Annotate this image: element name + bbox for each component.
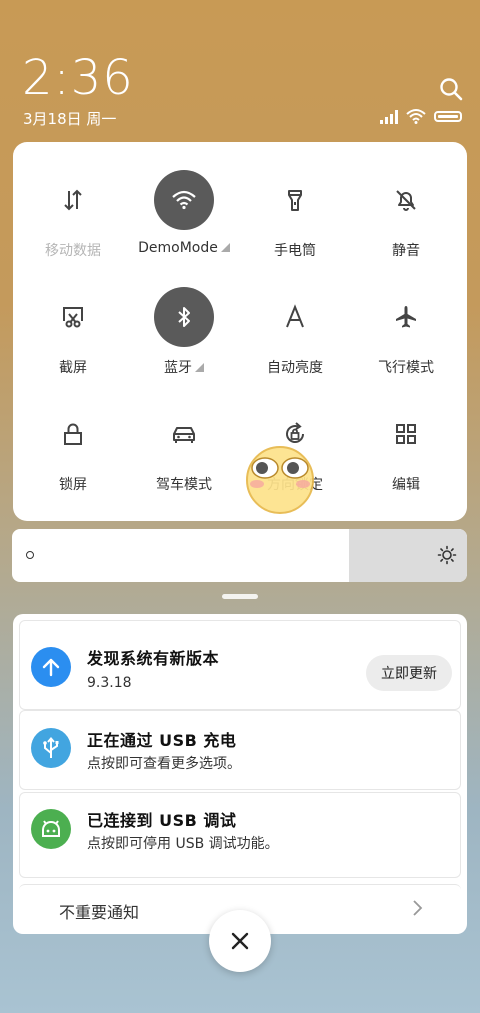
brightness-slider[interactable] [12,529,467,582]
tile-label: 锁屏 [59,477,87,493]
tile-lock-screen[interactable]: 锁屏 [18,376,128,493]
notification-update[interactable]: 发现系统有新版本 9.3.18 立即更新 [19,620,461,710]
tile-label: 编辑 [392,477,420,493]
notification-usb-charging[interactable]: 正在通过 USB 充电 点按即可查看更多选项。 [19,710,461,790]
tile-label: 移动数据 [45,243,101,259]
expand-triangle-icon [220,243,230,252]
minor-notifications-label: 不重要通知 [59,903,140,922]
sun-icon [437,545,457,565]
notification-subtitle: 9.3.18 [87,675,132,691]
tile-auto-brightness[interactable]: 自动亮度 [240,259,350,376]
arrow-up-icon [31,647,71,687]
clear-all-button[interactable] [209,910,271,972]
status-bar: 2:36 3月18日 周一 [0,0,480,140]
tile-label-text: DemoMode [138,240,218,256]
auto-brightness-icon [265,287,325,347]
bluetooth-icon [154,287,214,347]
android-icon [31,809,71,849]
expand-triangle-icon [195,363,204,372]
tile-silent[interactable]: 静音 [351,142,461,259]
tile-flashlight[interactable]: 手电筒 [240,142,350,259]
tile-label: 飞行模式 [378,360,434,376]
notification-subtitle: 点按即可查看更多选项。 [87,756,241,772]
tile-label: DemoMode [129,240,239,256]
chevron-right-icon [413,900,423,916]
notification-title: 已连接到 USB 调试 [87,811,237,830]
notification-list: 发现系统有新版本 9.3.18 立即更新 正在通过 USB 充电 点按即可查看更… [13,614,467,934]
wifi-icon [406,109,426,124]
tile-mobile-data[interactable]: 移动数据 [18,142,128,259]
notification-subtitle: 点按即可停用 USB 调试功能。 [87,836,279,852]
notification-title: 发现系统有新版本 [87,649,220,668]
tile-label: 静音 [392,243,420,259]
tile-bluetooth[interactable]: 蓝牙 [129,259,239,376]
date: 3月18日 周一 [23,110,117,128]
notification-title: 正在通过 USB 充电 [87,731,237,750]
close-icon [231,932,249,950]
tile-driving-mode[interactable]: 驾车模式 [129,376,239,493]
signal-icon [380,110,398,124]
tile-edit[interactable]: 编辑 [351,376,461,493]
usb-icon [31,728,71,768]
tile-label: 蓝牙 [129,357,239,377]
brightness-low-icon [26,551,34,559]
tile-label-text: 蓝牙 [164,360,192,376]
tile-label: 自动亮度 [267,360,323,376]
emoji-face-icon[interactable] [243,443,317,515]
grid-edit-icon [376,404,436,464]
tile-label: 手电筒 [274,243,316,259]
flashlight-icon [265,170,325,230]
search-icon[interactable] [438,76,464,102]
tile-wifi[interactable]: DemoMode [129,142,239,256]
quick-settings-panel: 移动数据 DemoMode 手电筒 静音 截屏 蓝牙 自动亮度 飞行模式 锁屏 … [13,142,467,521]
wifi-icon [154,170,214,230]
tile-airplane[interactable]: 飞行模式 [351,259,461,376]
tile-label: 驾车模式 [156,477,212,493]
airplane-icon [376,287,436,347]
battery-icon [434,111,462,122]
update-now-button[interactable]: 立即更新 [366,655,452,691]
tile-screenshot[interactable]: 截屏 [18,259,128,376]
bell-off-icon [376,170,436,230]
mobile-data-icon [43,170,103,230]
tile-label: 截屏 [59,360,87,376]
notification-usb-debugging[interactable]: 已连接到 USB 调试 点按即可停用 USB 调试功能。 [19,792,461,878]
clock: 2:36 [22,50,134,106]
car-icon [154,404,214,464]
screenshot-icon [43,287,103,347]
drag-handle[interactable] [222,594,258,599]
lock-icon [43,404,103,464]
